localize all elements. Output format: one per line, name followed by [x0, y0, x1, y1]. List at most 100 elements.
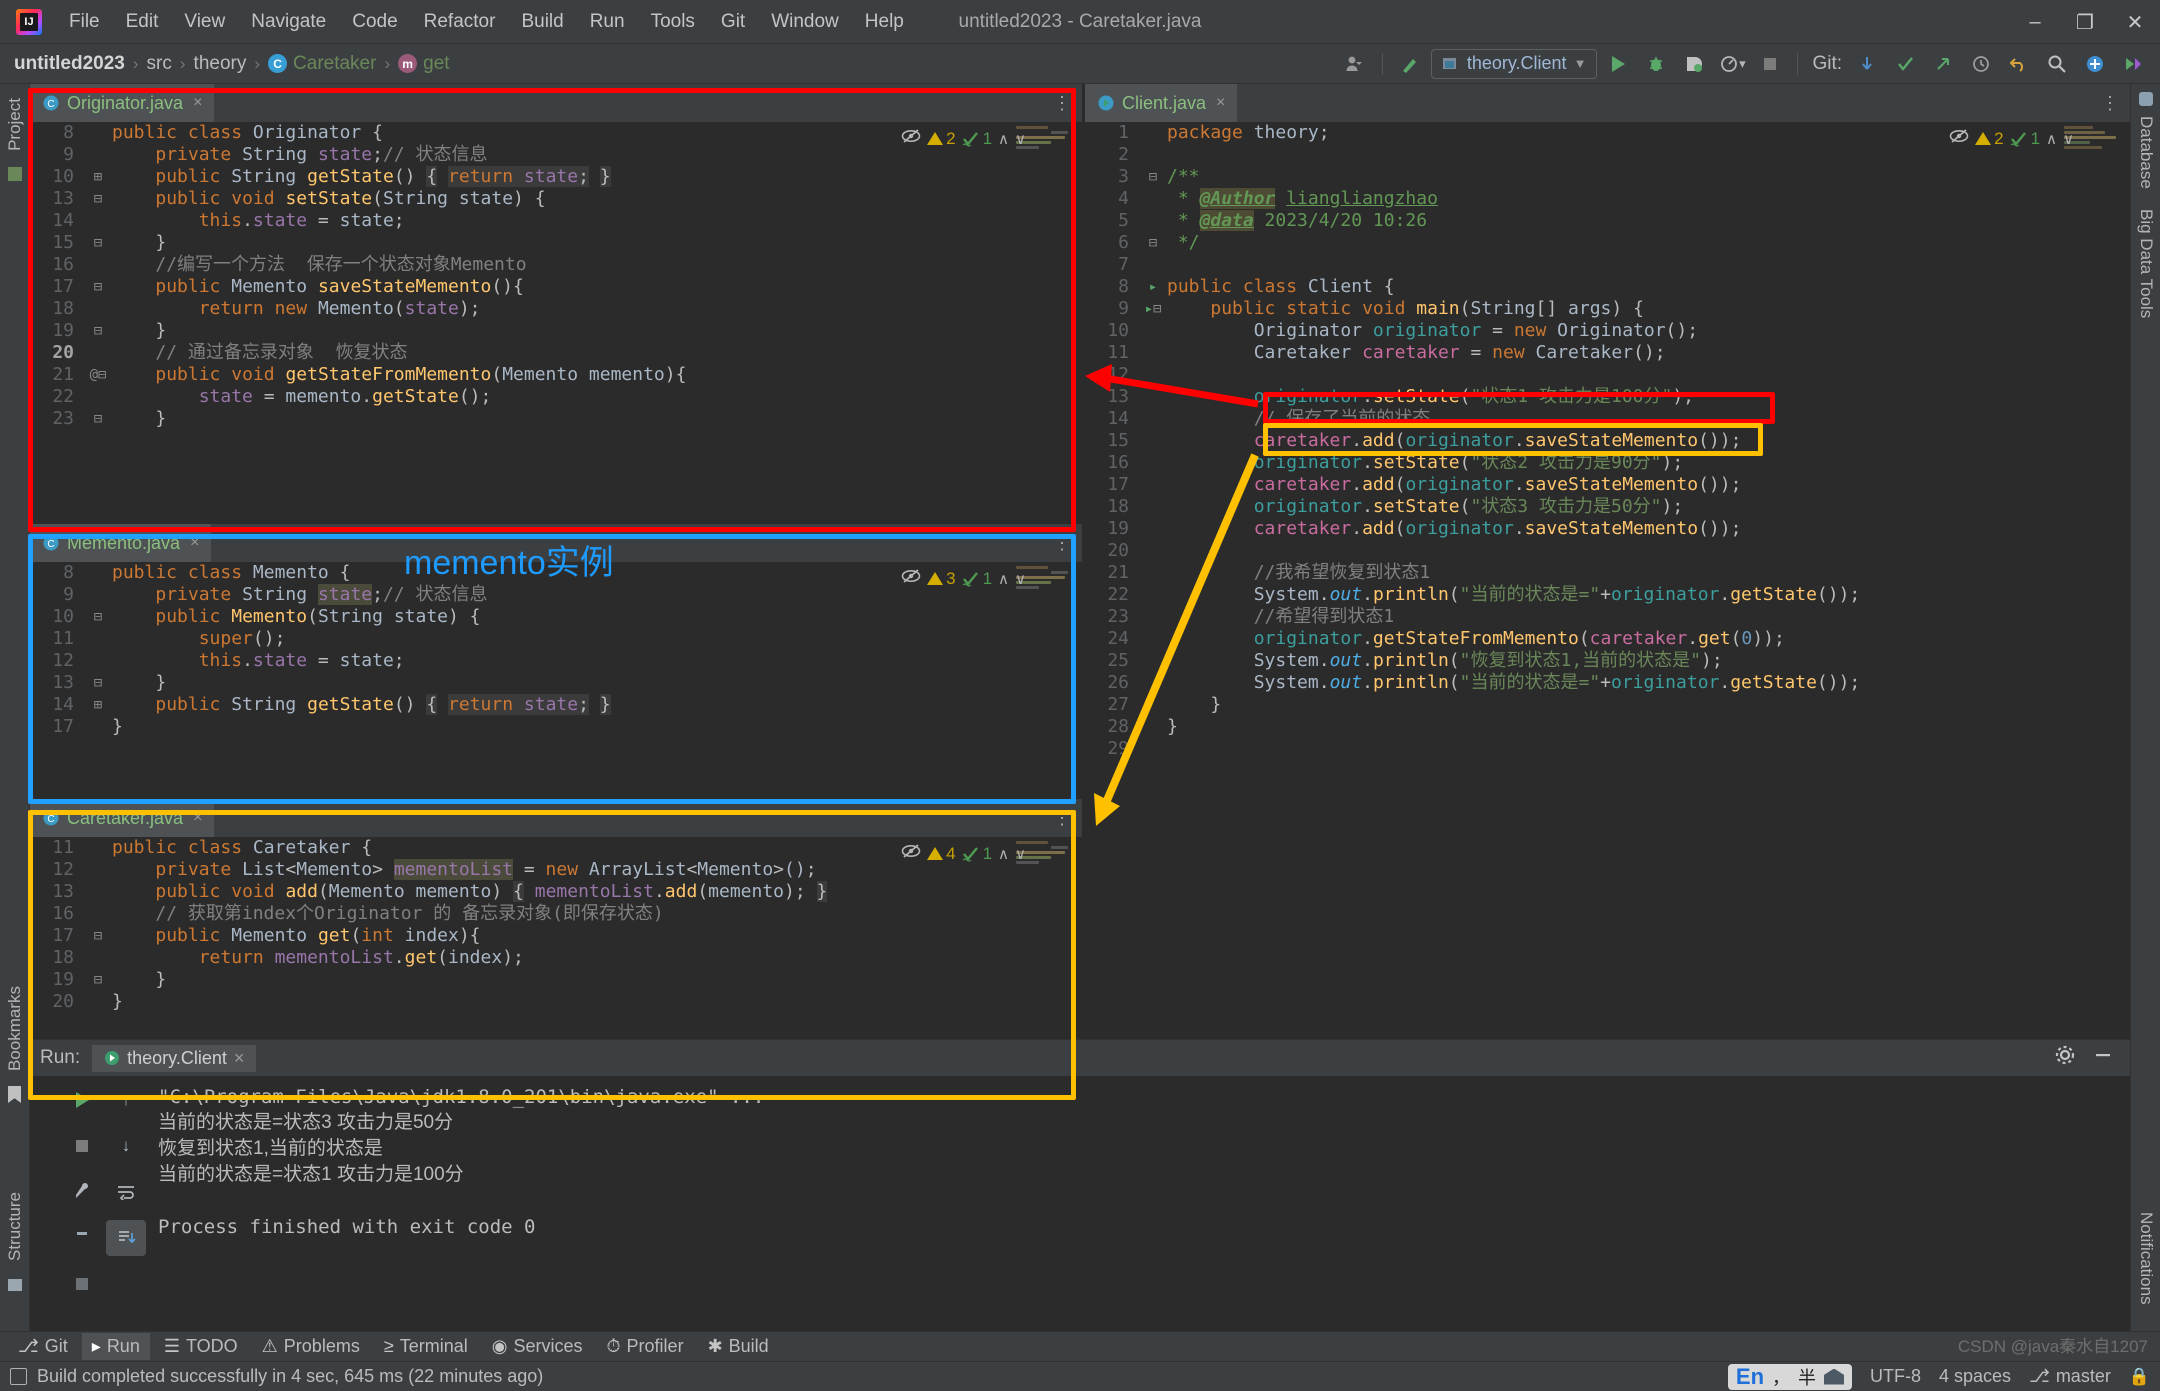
fold-marker[interactable] [1139, 606, 1167, 628]
inspection-widget[interactable]: 2 1 ∧ ∨ [901, 128, 1026, 149]
fold-marker[interactable]: ⊟ [84, 969, 112, 991]
scroll-down-button[interactable]: ↓ [106, 1128, 146, 1164]
commit-icon[interactable] [1888, 49, 1922, 79]
scroll-to-end-button[interactable] [106, 1220, 146, 1256]
fold-marker[interactable]: ⊟ [84, 408, 112, 430]
editor-options-icon[interactable]: ⋮ [1053, 84, 1072, 122]
code-line[interactable]: 14 ⊞ public String getState() { return s… [30, 694, 1082, 716]
code-line[interactable]: 20 [1085, 540, 2130, 562]
menu-item-run[interactable]: Run [577, 7, 638, 37]
code-line[interactable]: 27 } [1085, 694, 2130, 716]
fold-marker[interactable] [84, 716, 112, 738]
fold-marker[interactable]: ⊟ [84, 276, 112, 298]
code-line[interactable]: 13 ⊟ } [30, 672, 1082, 694]
close-button[interactable]: ✕ [2110, 0, 2160, 44]
code-line[interactable]: 15 caretaker.add(originator.saveStateMem… [1085, 430, 2130, 452]
user-icon[interactable] [1338, 49, 1372, 79]
code-line[interactable]: 28 } [1085, 716, 2130, 738]
soft-wrap-button[interactable] [106, 1174, 146, 1210]
fold-marker[interactable] [1139, 584, 1167, 606]
breadcrumb-project[interactable]: untitled2023 [14, 53, 125, 75]
code-line[interactable]: 21 //我希望恢复到状态1 [1085, 562, 2130, 584]
code-line[interactable]: 17 ⊟ public Memento get(int index){ [30, 925, 1082, 947]
fold-marker[interactable] [84, 881, 112, 903]
run-icon[interactable] [1601, 49, 1635, 79]
fold-marker[interactable] [84, 650, 112, 672]
inspection-off-icon[interactable] [901, 128, 921, 149]
fold-marker[interactable] [1139, 738, 1167, 760]
check-count[interactable]: 1 [962, 129, 992, 149]
code-line[interactable]: 20 } [30, 991, 1082, 1013]
fold-marker[interactable] [1139, 628, 1167, 650]
tool-window-terminal[interactable]: ≥ Terminal [374, 1333, 478, 1360]
code-line[interactable]: 16 // 获取第index个Originator 的 备忘录对象(即保存状态) [30, 903, 1082, 925]
code-line[interactable]: 19 caretaker.add(originator.saveStateMem… [1085, 518, 2130, 540]
fold-marker[interactable] [84, 903, 112, 925]
fold-marker[interactable] [1139, 562, 1167, 584]
next-problem-icon[interactable]: ∨ [1015, 570, 1026, 588]
fold-marker[interactable]: ⊞ [84, 166, 112, 188]
fold-marker[interactable]: ⊟ [84, 188, 112, 210]
code-line[interactable]: 13 ⊟ public void setState(String state) … [30, 188, 1082, 210]
fold-marker[interactable] [84, 991, 112, 1013]
stop-icon[interactable] [1753, 49, 1787, 79]
fold-marker[interactable] [84, 210, 112, 232]
inspection-widget[interactable]: 3 1 ∧ ∨ [901, 568, 1026, 589]
tool-window-build[interactable]: ✱ Build [698, 1333, 779, 1360]
code-line[interactable]: 4 * @Author liangliangzhao [1085, 188, 2130, 210]
check-count[interactable]: 1 [2010, 129, 2040, 149]
code-line[interactable]: 18 originator.setState("状态3 攻击力是50分"); [1085, 496, 2130, 518]
fold-marker[interactable] [84, 562, 112, 584]
editor-options-icon[interactable]: ⋮ [1053, 799, 1072, 837]
profile-icon[interactable]: ▾ [1715, 49, 1749, 79]
code-line[interactable]: 18 return mementoList.get(index); [30, 947, 1082, 969]
fold-marker[interactable] [84, 254, 112, 276]
warning-count[interactable]: 3 [927, 569, 956, 589]
fold-marker[interactable]: ⊟ [84, 925, 112, 947]
code-line[interactable]: 17 } [30, 716, 1082, 738]
warning-count[interactable]: 2 [927, 129, 956, 149]
fold-marker[interactable] [1139, 496, 1167, 518]
code-line[interactable]: 16 //编写一个方法 保存一个状态对象Memento [30, 254, 1082, 276]
fold-marker[interactable] [84, 859, 112, 881]
window-controls[interactable]: – ❐ ✕ [2010, 0, 2160, 44]
tab-client[interactable]: Client.java × [1085, 84, 1238, 122]
fold-marker[interactable] [84, 584, 112, 606]
menu-item-edit[interactable]: Edit [113, 7, 172, 37]
code-line[interactable]: 19 ⊟ } [30, 320, 1082, 342]
code-line[interactable]: 22 System.out.println("当前的状态是="+originat… [1085, 584, 2130, 606]
fold-marker[interactable] [84, 386, 112, 408]
code-line[interactable]: 23 ⊟ } [30, 408, 1082, 430]
fold-marker[interactable] [84, 837, 112, 859]
code-line[interactable]: 15 ⊟ } [30, 232, 1082, 254]
sidebar-item-notifications[interactable]: Notifications [2131, 1202, 2160, 1315]
inspection-off-icon[interactable] [901, 568, 921, 589]
code-line[interactable]: 29 [1085, 738, 2130, 760]
close-icon[interactable]: × [193, 94, 202, 112]
history-icon[interactable] [1964, 49, 1998, 79]
code-line[interactable]: 20 // 通过备忘录对象 恢复状态 [30, 342, 1082, 364]
fold-marker[interactable] [1139, 320, 1167, 342]
sidebar-item-bookmarks[interactable]: Bookmarks [0, 976, 30, 1081]
sidebar-item-structure[interactable]: Structure [0, 1182, 30, 1271]
menu-item-code[interactable]: Code [339, 7, 410, 37]
debug-icon[interactable] [1639, 49, 1673, 79]
code-line[interactable]: 11 super(); [30, 628, 1082, 650]
menu-item-view[interactable]: View [171, 7, 238, 37]
code-line[interactable]: 12 this.state = state; [30, 650, 1082, 672]
trace-button[interactable] [62, 1220, 102, 1256]
code-area[interactable]: 8 public class Originator { 9 private St… [30, 122, 1082, 524]
code-line[interactable]: 24 originator.getStateFromMemento(careta… [1085, 628, 2130, 650]
sidebar-item-database[interactable]: Database [2131, 106, 2160, 199]
fold-marker[interactable] [1139, 650, 1167, 672]
fold-marker[interactable] [1139, 210, 1167, 232]
fold-marker[interactable] [1139, 342, 1167, 364]
code-line[interactable]: 10 ⊟ public Memento(String state) { [30, 606, 1082, 628]
push-icon[interactable] [1926, 49, 1960, 79]
fold-marker[interactable]: @⊟ [84, 364, 112, 386]
fold-marker[interactable]: ⊟ [1139, 166, 1167, 188]
tool-window-profiler[interactable]: ⏱ Profiler [597, 1333, 694, 1360]
settings-icon[interactable] [2116, 49, 2150, 79]
fold-marker[interactable]: ⊟ [84, 672, 112, 694]
code-line[interactable]: 16 originator.setState("状态2 攻击力是90分"); [1085, 452, 2130, 474]
